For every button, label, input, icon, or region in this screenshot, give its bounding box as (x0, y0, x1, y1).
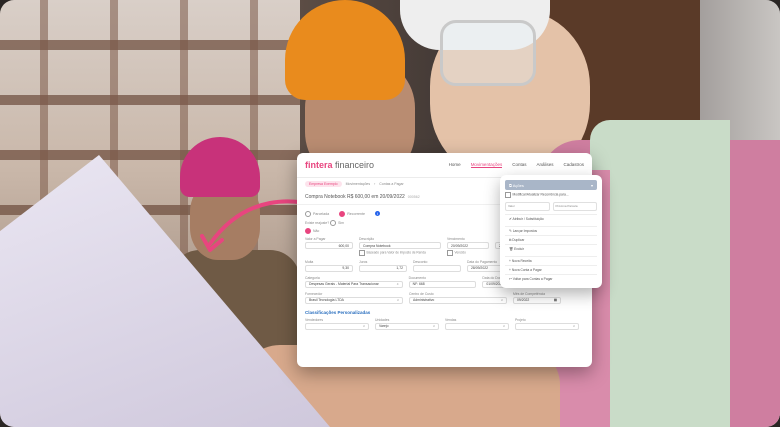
nav-home[interactable]: Home (449, 162, 461, 168)
panel-group-2: ✎ Lançar Impostos ⧉ Duplicar 🗑 Excluir (505, 225, 597, 253)
search-icon: ⌕ (503, 324, 505, 328)
panel-item-atribuir[interactable]: ✔ Atribuir / Substituição (505, 213, 597, 223)
radio-recorrente[interactable]: Recorrente (339, 211, 365, 217)
juros-input[interactable]: 1,72 (359, 264, 407, 272)
nav-movimentacoes[interactable]: Movimentações (470, 162, 503, 168)
breadcrumb-item[interactable]: Contas a Pagar (379, 182, 403, 186)
search-icon: ⌕ (573, 324, 575, 328)
company-selector[interactable]: Empresa Exemplo (305, 181, 342, 187)
desconto-input[interactable] (413, 264, 461, 272)
green-shirt (590, 120, 730, 427)
vencido-checkbox[interactable]: Vencido (447, 250, 489, 256)
categoria-select[interactable]: Despesas Gerais - Material Para Transaci… (305, 280, 403, 288)
baseado-checkbox[interactable]: Baseado para Valor de Imposto de Renda (359, 250, 441, 256)
calendar-icon: ▦ (553, 298, 557, 302)
nav-cadastros[interactable]: Cadastros (563, 162, 584, 168)
documento-input[interactable]: NF: 668 (408, 280, 477, 288)
panel-item-voltar[interactable]: ↩ Voltar para Contas a Pagar (505, 273, 597, 283)
actions-panel: ⧉ Ações ▾ Modificar/Atualizar Recorrênci… (500, 175, 602, 288)
panel-item-excluir[interactable]: 🗑 Excluir (505, 243, 597, 253)
projeto-select[interactable]: ⌕ (515, 322, 579, 330)
info-icon[interactable]: i (374, 211, 380, 216)
search-icon: ⌕ (396, 282, 399, 286)
valor-mini-input[interactable]: Valor (505, 201, 550, 211)
fornecedor-select[interactable]: Brasil Tecnologia LTDA ⌕ (305, 296, 403, 304)
unidades-select[interactable]: Varejo ⌕ (375, 322, 439, 330)
nav-contas[interactable]: Contas (512, 162, 526, 168)
recorrencia-checkbox[interactable]: Modificar/Atualizar Recorrência para... (505, 190, 597, 200)
panel-item-lancar-impostos[interactable]: ✎ Lançar Impostos (505, 225, 597, 235)
radio-parcelada[interactable]: Parcelada (305, 211, 329, 217)
multa-input[interactable]: 9,30 (305, 264, 353, 272)
nav-analises[interactable]: Análises (536, 162, 553, 168)
valor-input[interactable]: 600,00 (305, 242, 353, 249)
search-icon: ⌕ (363, 324, 365, 328)
panel-title: ⧉ Ações (509, 182, 524, 188)
centro-custo-select[interactable]: Administrativo ⌕ (409, 296, 507, 304)
panel-item-duplicar[interactable]: ⧉ Duplicar (505, 234, 597, 244)
vendas-select[interactable]: ⌕ (445, 322, 509, 330)
main-nav: Home Movimentações Contas Análises Cadas… (449, 162, 584, 168)
breadcrumb-item[interactable]: Movimentações (346, 182, 371, 186)
mes-competencia-input[interactable]: 09/2022 ▦ (513, 296, 561, 304)
descricao-input[interactable]: Compra Notebook (359, 242, 441, 249)
panel-mini-fields: Valor Próxima Parcela (505, 201, 597, 211)
page-code: 000562 (407, 195, 420, 199)
actions-panel-header[interactable]: ⧉ Ações ▾ (505, 180, 597, 190)
vendedores-select[interactable]: ⌕ (305, 322, 369, 330)
proxima-parcela-mini-input[interactable]: Próxima Parcela (552, 201, 597, 211)
vencimento-input[interactable]: 20/09/2022 (447, 242, 489, 249)
copy-icon: ⧉ (509, 182, 512, 188)
app-logo[interactable]: fintera financeiro (305, 160, 374, 170)
reajuste-sim[interactable]: Sim (330, 220, 344, 226)
search-icon: ⌕ (433, 324, 435, 328)
panel-group-3: + Nova Receita + Nova Conta a Pagar ↩ Vo… (505, 255, 597, 283)
custom-fields-row: Vendedores ⌕ Unidades Varejo ⌕ Vendas ⌕ P… (297, 316, 592, 332)
panel-group-1: ✔ Atribuir / Substituição (505, 213, 597, 223)
safety-goggles (440, 20, 536, 86)
panel-item-nova-conta[interactable]: + Nova Conta a Pagar (505, 264, 597, 274)
search-icon: ⌕ (397, 298, 399, 302)
values-row-4: Fornecedor Brasil Tecnologia LTDA ⌕ Centr… (297, 290, 592, 306)
panel-item-nova-receita[interactable]: + Nova Receita (505, 255, 597, 265)
search-icon: ⌕ (501, 298, 503, 302)
section-title: Classificações Personalizadas (305, 309, 371, 315)
chevron-down-icon: ▾ (590, 182, 593, 188)
